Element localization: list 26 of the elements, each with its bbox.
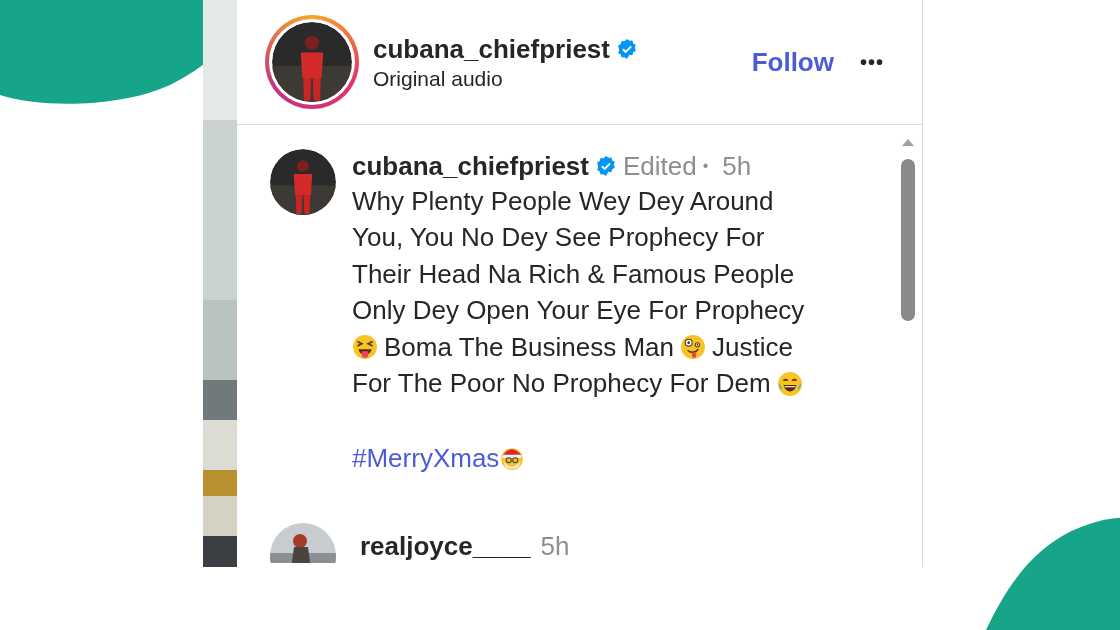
more-options-button[interactable]: ••• (860, 47, 884, 77)
caption-text: Only Dey Open Your Eye For Prophecy (352, 294, 805, 328)
scroll-up-arrow-icon[interactable] (901, 137, 915, 147)
face-emoji-icon (776, 370, 803, 397)
caption-text: For The Poor No Prophecy For Dem (352, 367, 771, 401)
timestamp: 5h (540, 530, 570, 563)
hashtag-link[interactable]: #MerryXmas (352, 438, 500, 478)
username[interactable]: realjoyce____ (360, 527, 531, 563)
face-emoji-icon (352, 334, 378, 361)
santa-emoji-icon (499, 445, 526, 471)
caption-text: You, You No Dey See Prophecy For (352, 221, 765, 255)
caption-text: Justice (712, 330, 793, 364)
avatar (270, 149, 336, 215)
scrollbar-thumb[interactable] (901, 159, 915, 321)
avatar (270, 523, 336, 563)
face-emoji-icon (680, 334, 706, 361)
username[interactable]: cubana_chiefpriest (373, 35, 610, 62)
edited-label: Edited (623, 149, 697, 183)
follow-button[interactable]: Follow (751, 42, 834, 82)
username[interactable]: cubana_chiefpriest (352, 146, 589, 186)
audio-label[interactable]: Original audio (373, 67, 638, 89)
caption-text: Boma The Business Man (384, 330, 674, 364)
caption-text: Their Head Na Rich & Famous People (352, 257, 795, 291)
timestamp: 5h (722, 149, 752, 183)
separator-dot: • (702, 156, 709, 176)
caption-text: Why Plenty People Wey Dey Around (352, 184, 774, 218)
